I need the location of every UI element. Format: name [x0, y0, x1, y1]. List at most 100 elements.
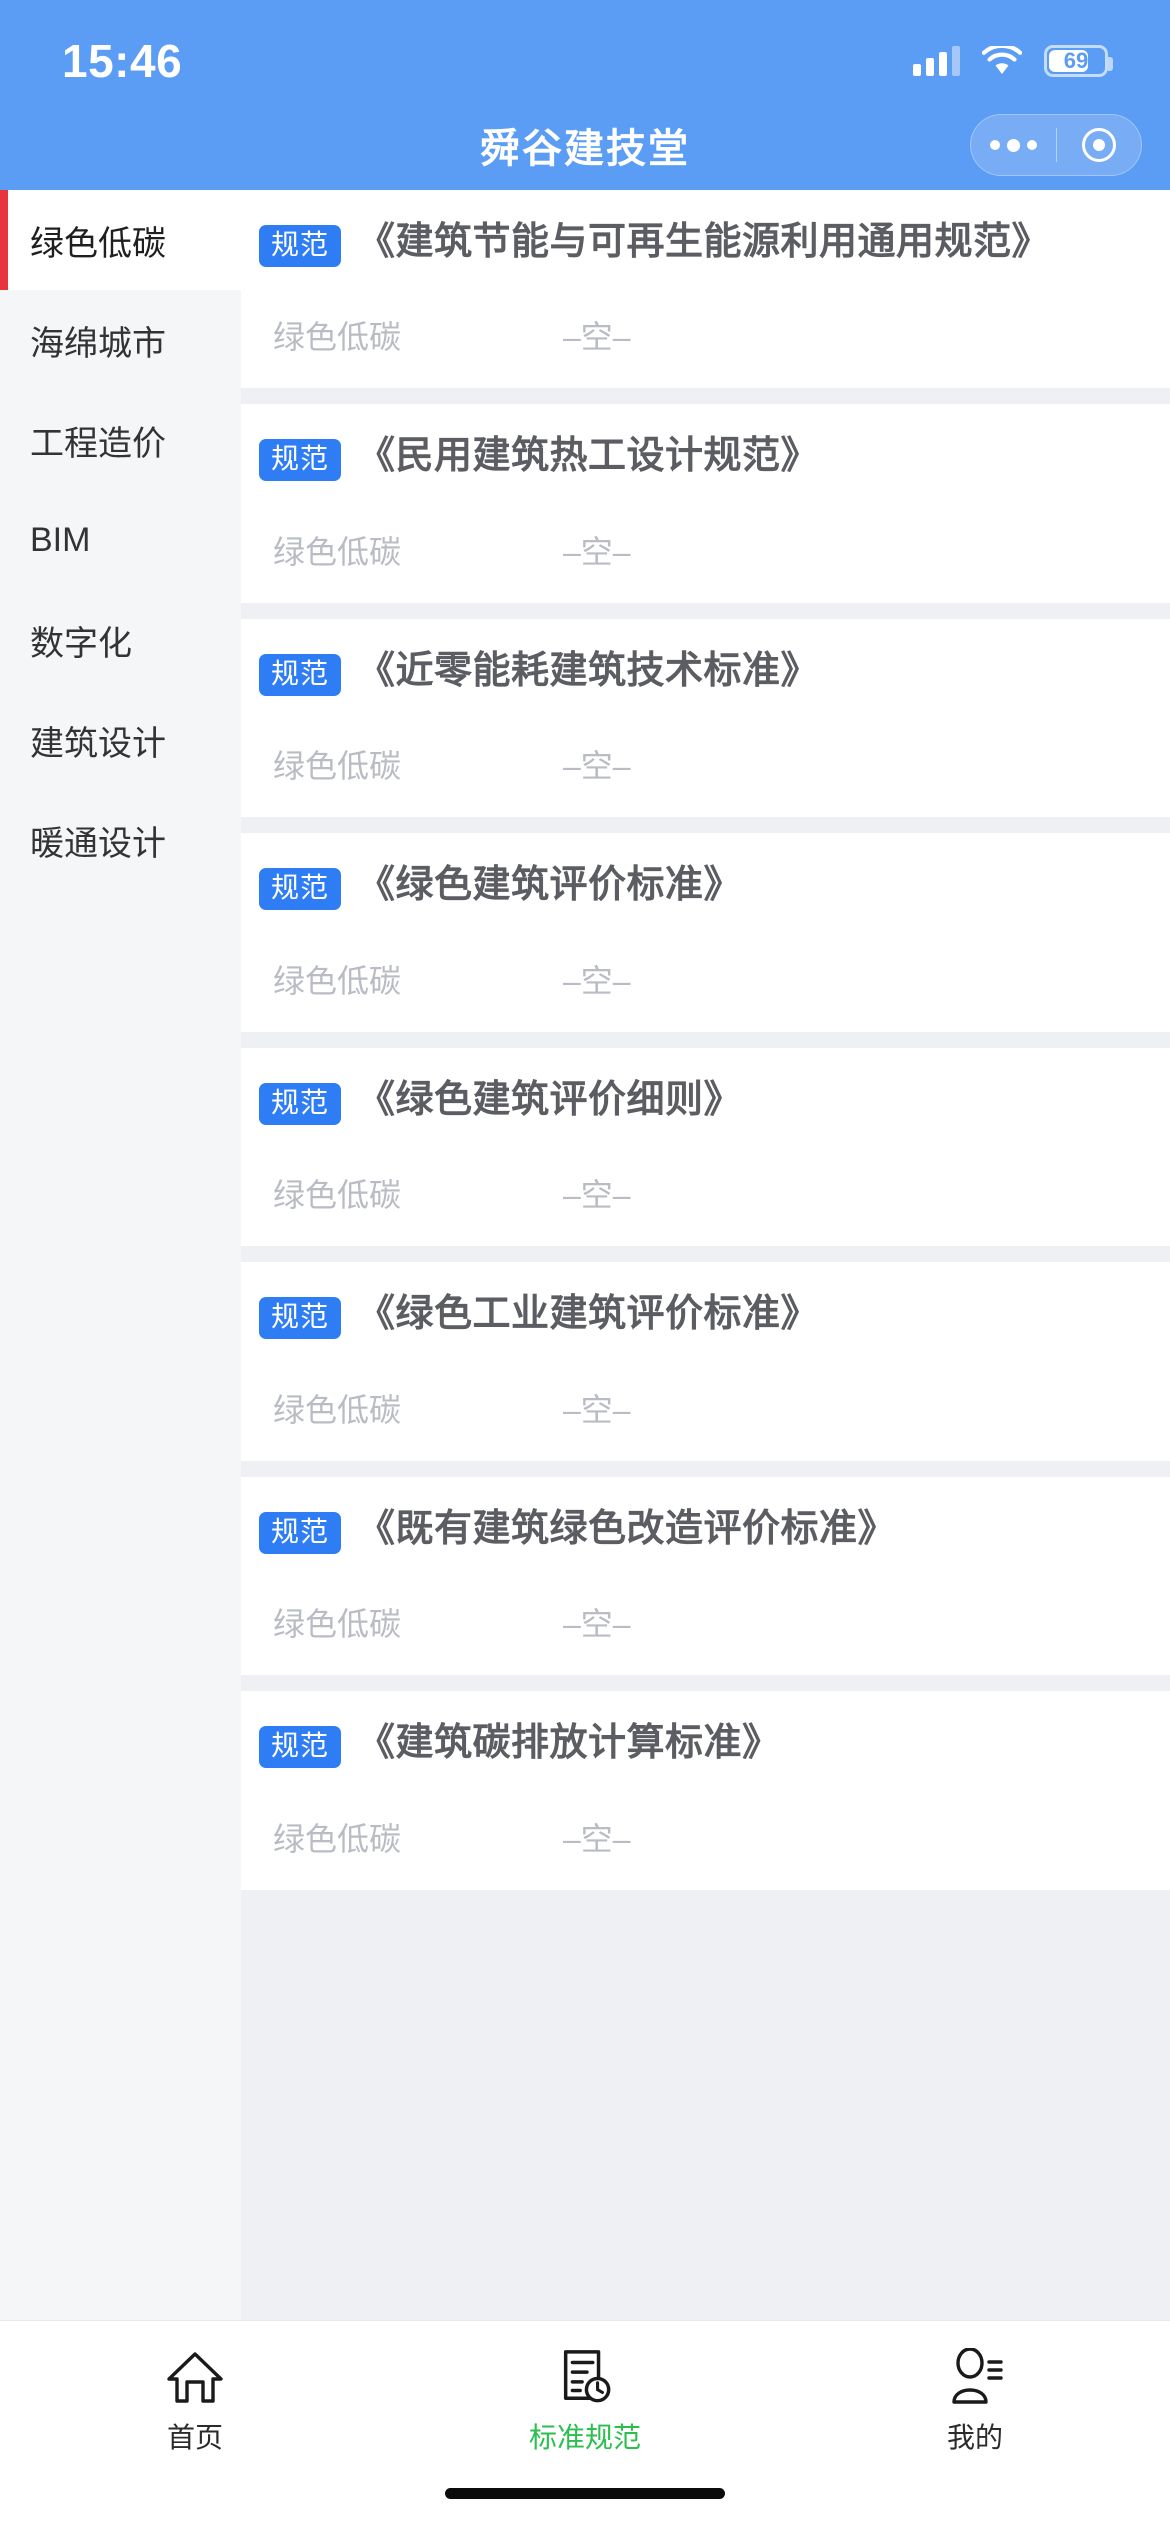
status-badge: 规范 [259, 868, 342, 911]
card-header: 规范 《建筑节能与可再生能源利用通用规范》 [259, 216, 1140, 268]
close-miniprogram-button[interactable] [1057, 128, 1142, 162]
list-item[interactable]: 规范 《既有建筑绿色改造评价标准》 绿色低碳 –空– [241, 1476, 1170, 1676]
more-menu-button[interactable] [971, 138, 1056, 152]
status-bar-indicators: 69 [913, 43, 1113, 77]
card-title: 《建筑节能与可再生能源利用通用规范》 [357, 221, 1051, 263]
list-item[interactable]: 规范 《绿色工业建筑评价标准》 绿色低碳 –空– [241, 1262, 1170, 1461]
user-profile-icon [945, 2346, 1005, 2408]
more-dots-icon [989, 138, 1037, 152]
list-item[interactable]: 规范 《绿色建筑评价细则》 绿色低碳 –空– [241, 1047, 1170, 1247]
tab-home[interactable]: 首页 [0, 2346, 390, 2456]
document-clock-icon [556, 2346, 614, 2408]
home-indicator[interactable] [445, 2488, 725, 2499]
card-meta: 绿色低碳 –空– [259, 312, 1140, 358]
sidebar-item-label: 数字化 [30, 624, 132, 663]
sidebar-item-label: 海绵城市 [30, 324, 166, 363]
tab-label: 标准规范 [528, 2421, 641, 2453]
wifi-icon [981, 43, 1023, 76]
tab-label: 我的 [946, 2421, 1003, 2453]
sidebar-item-green-low-carbon[interactable]: 绿色低碳 [0, 190, 241, 290]
card-header: 规范 《近零能耗建筑技术标准》 [259, 645, 1140, 697]
card-category: 绿色低碳 [273, 1606, 402, 1643]
app-header: 舜谷建技堂 [0, 100, 1170, 190]
card-value: –空– [563, 962, 631, 999]
status-badge: 规范 [259, 439, 342, 482]
card-category: 绿色低碳 [273, 1177, 402, 1214]
bottom-tab-bar[interactable]: 首页 标准规范 我的 [0, 2320, 1170, 2480]
card-header: 规范 《绿色建筑评价细则》 [259, 1074, 1140, 1126]
home-indicator-area [0, 2480, 1170, 2532]
list-item[interactable]: 规范 《建筑碳排放计算标准》 绿色低碳 –空– [241, 1691, 1170, 1890]
tab-standards[interactable]: 标准规范 [390, 2346, 780, 2456]
card-meta: 绿色低碳 –空– [259, 1170, 1140, 1216]
card-value: –空– [563, 319, 631, 356]
card-meta: 绿色低碳 –空– [259, 527, 1140, 573]
status-badge: 规范 [259, 653, 342, 696]
app-root: 15:46 69 舜谷建技堂 绿色低碳 海绵城市 工程造价 BIM 数字化 建筑… [0, 0, 1170, 2532]
battery-percent: 69 [1063, 48, 1089, 73]
tab-label: 首页 [166, 2421, 223, 2453]
card-header: 规范 《绿色建筑评价标准》 [259, 859, 1140, 911]
sidebar-item-label: 绿色低碳 [30, 224, 166, 263]
list-item[interactable]: 规范 《绿色建筑评价标准》 绿色低碳 –空– [241, 833, 1170, 1032]
sidebar-item-digitalization[interactable]: 数字化 [0, 590, 241, 690]
sidebar-item-architectural-design[interactable]: 建筑设计 [0, 690, 241, 790]
card-title: 《绿色建筑评价细则》 [357, 1078, 743, 1121]
wechat-capsule-button[interactable] [970, 114, 1142, 176]
category-sidebar[interactable]: 绿色低碳 海绵城市 工程造价 BIM 数字化 建筑设计 暖通设计 [0, 190, 241, 2320]
card-value: –空– [563, 1606, 631, 1643]
card-value: –空– [563, 1177, 631, 1214]
sidebar-item-bim[interactable]: BIM [0, 490, 241, 590]
sidebar-item-engineering-cost[interactable]: 工程造价 [0, 390, 241, 490]
card-category: 绿色低碳 [273, 748, 402, 785]
list-item[interactable]: 规范 《近零能耗建筑技术标准》 绿色低碳 –空– [241, 618, 1170, 818]
home-icon [165, 2346, 225, 2408]
target-circle-icon [1081, 128, 1116, 162]
card-header: 规范 《建筑碳排放计算标准》 [259, 1717, 1140, 1769]
sidebar-item-label: BIM [30, 520, 91, 559]
card-title: 《既有建筑绿色改造评价标准》 [357, 1507, 897, 1550]
card-meta: 绿色低碳 –空– [259, 1814, 1140, 1860]
card-value: –空– [563, 533, 631, 570]
status-badge: 规范 [259, 225, 342, 267]
card-title: 《民用建筑热工设计规范》 [357, 435, 820, 478]
status-badge: 规范 [259, 1726, 342, 1769]
card-header: 规范 《绿色工业建筑评价标准》 [259, 1288, 1140, 1340]
sidebar-item-label: 暖通设计 [30, 824, 166, 863]
card-category: 绿色低碳 [273, 533, 402, 570]
card-category: 绿色低碳 [273, 962, 402, 999]
card-meta: 绿色低碳 –空– [259, 1385, 1140, 1431]
tab-profile[interactable]: 我的 [780, 2346, 1170, 2456]
card-title: 《近零能耗建筑技术标准》 [357, 649, 820, 692]
status-bar-time: 15:46 [62, 35, 183, 87]
status-badge: 规范 [259, 1297, 342, 1340]
card-category: 绿色低碳 [273, 1391, 402, 1428]
card-value: –空– [563, 1391, 631, 1428]
status-bar: 15:46 69 [0, 0, 1170, 100]
sidebar-item-label: 建筑设计 [30, 724, 166, 763]
page-title: 舜谷建技堂 [480, 127, 690, 171]
battery-icon: 69 [1044, 45, 1113, 77]
card-meta: 绿色低碳 –空– [259, 956, 1140, 1002]
status-badge: 规范 [259, 1511, 342, 1554]
card-meta: 绿色低碳 –空– [259, 741, 1140, 787]
card-title: 《绿色工业建筑评价标准》 [357, 1293, 820, 1336]
content-area: 绿色低碳 海绵城市 工程造价 BIM 数字化 建筑设计 暖通设计 规范 《建筑节… [0, 190, 1170, 2320]
cellular-signal-icon [913, 46, 960, 76]
sidebar-item-hvac-design[interactable]: 暖通设计 [0, 790, 241, 890]
standards-list[interactable]: 规范 《建筑节能与可再生能源利用通用规范》 绿色低碳 –空– 规范 《民用建筑热… [241, 190, 1170, 2320]
sidebar-item-label: 工程造价 [30, 424, 166, 463]
card-title: 《绿色建筑评价标准》 [357, 864, 743, 907]
sidebar-item-sponge-city[interactable]: 海绵城市 [0, 290, 241, 390]
card-header: 规范 《民用建筑热工设计规范》 [259, 430, 1140, 482]
card-title: 《建筑碳排放计算标准》 [357, 1722, 781, 1765]
card-header: 规范 《既有建筑绿色改造评价标准》 [259, 1503, 1140, 1555]
card-value: –空– [563, 1820, 631, 1857]
status-badge: 规范 [259, 1082, 342, 1125]
card-category: 绿色低碳 [273, 1820, 402, 1857]
card-meta: 绿色低碳 –空– [259, 1599, 1140, 1645]
list-item[interactable]: 规范 《民用建筑热工设计规范》 绿色低碳 –空– [241, 404, 1170, 603]
card-value: –空– [563, 748, 631, 785]
list-item[interactable]: 规范 《建筑节能与可再生能源利用通用规范》 绿色低碳 –空– [241, 190, 1170, 389]
card-category: 绿色低碳 [273, 319, 402, 356]
